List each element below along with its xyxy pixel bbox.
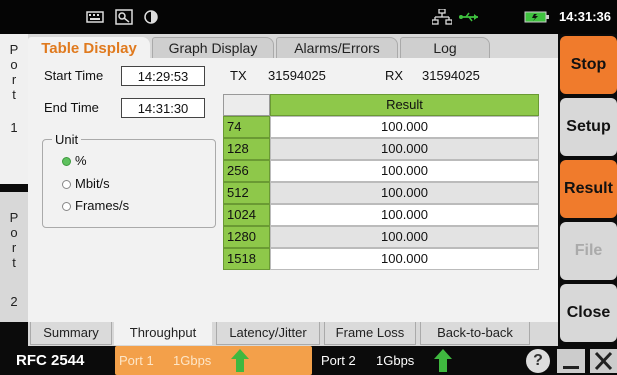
minimize-icon (563, 366, 579, 369)
start-time-value: 14:29:53 (121, 66, 205, 86)
link-up-arrow-icon (231, 349, 249, 372)
port-1-speed: 1Gbps (173, 353, 212, 368)
port-2-label: Port 2 (321, 353, 356, 368)
help-button[interactable]: ? (526, 349, 550, 373)
screenshot-icon[interactable] (115, 9, 133, 25)
end-time-value: 14:31:30 (121, 98, 205, 118)
display-tabs: Table Display Graph Display Alarms/Error… (28, 34, 558, 58)
tab-back-to-back[interactable]: Back-to-back (420, 322, 530, 345)
port-tab-number: 2 (10, 294, 18, 309)
bottom-status-bar: RFC 2544 Port 1 1Gbps Port 2 1Gbps ? (0, 346, 617, 375)
unit-option-label: % (75, 153, 87, 168)
port-tab-letter: t (12, 255, 16, 270)
link-up-arrow-icon (434, 349, 452, 372)
setup-button[interactable]: Setup (560, 98, 617, 156)
port-tab-letter: P (9, 210, 19, 225)
battery-icon (524, 11, 549, 23)
frame-size-cell: 74 (223, 116, 270, 138)
port-tab-letter: r (11, 72, 17, 87)
result-cell: 100.000 (270, 182, 539, 204)
unit-legend: Unit (52, 132, 82, 147)
frame-size-cell: 128 (223, 138, 270, 160)
unit-option-percent[interactable]: % (62, 153, 87, 168)
tab-log[interactable]: Log (400, 37, 490, 58)
port-tab-letter: t (12, 87, 16, 102)
table-row[interactable]: 128 100.000 (223, 138, 539, 160)
tab-graph-display[interactable]: Graph Display (152, 37, 274, 58)
table-row[interactable]: 512 100.000 (223, 182, 539, 204)
brightness-icon[interactable] (143, 9, 159, 25)
table-row[interactable]: 1280 100.000 (223, 226, 539, 248)
file-button[interactable]: File (560, 222, 617, 280)
frame-size-cell: 1518 (223, 248, 270, 270)
minimize-button[interactable] (557, 349, 585, 373)
result-cell: 100.000 (270, 204, 539, 226)
port-tab-letter: o (10, 57, 18, 72)
table-row[interactable]: 1024 100.000 (223, 204, 539, 226)
radio-selected-icon (62, 157, 71, 166)
result-cell: 100.000 (270, 116, 539, 138)
port-1-tab[interactable]: P o r t 1 (0, 34, 28, 184)
close-window-button[interactable] (590, 349, 617, 373)
result-cell: 100.000 (270, 160, 539, 182)
frame-size-cell: 512 (223, 182, 270, 204)
port-2-tab[interactable]: P o r t 2 (0, 192, 28, 322)
table-header-result: Result (270, 94, 539, 116)
tab-throughput[interactable]: Throughput (114, 322, 212, 345)
unit-option-label: Frames/s (75, 198, 130, 213)
start-time-label: Start Time (44, 68, 104, 83)
result-cell: 100.000 (270, 138, 539, 160)
port-1-status[interactable]: Port 1 1Gbps (115, 346, 312, 375)
rx-label: RX (385, 68, 404, 83)
frame-size-cell: 256 (223, 160, 270, 182)
stop-button[interactable]: Stop (560, 36, 617, 94)
port-tab-letter: o (10, 225, 18, 240)
rx-value: 31594025 (422, 68, 480, 83)
end-time-label: End Time (44, 100, 99, 115)
clock: 14:31:36 (558, 9, 611, 24)
frame-size-cell: 1280 (223, 226, 270, 248)
tab-summary[interactable]: Summary (30, 322, 112, 345)
top-status-bar: 14:31:36 (0, 0, 617, 34)
tab-latency-jitter[interactable]: Latency/Jitter (216, 322, 320, 345)
usb-icon (459, 12, 478, 22)
test-name: RFC 2544 (16, 352, 85, 369)
test-type-tabs: Summary Throughput Latency/Jitter Frame … (28, 322, 558, 346)
tab-frame-loss[interactable]: Frame Loss (324, 322, 416, 345)
radio-icon (62, 180, 71, 189)
main-panel: Table Display Graph Display Alarms/Error… (28, 34, 558, 346)
unit-option-label: Mbit/s (75, 176, 110, 191)
close-icon (594, 351, 613, 371)
tab-alarms-errors[interactable]: Alarms/Errors (276, 37, 398, 58)
close-button[interactable]: Close (560, 284, 617, 342)
tab-table-display[interactable]: Table Display (28, 37, 150, 58)
port-tab-letter: P (9, 42, 19, 57)
port-1-label: Port 1 (119, 353, 154, 368)
table-row[interactable]: 74 100.000 (223, 116, 539, 138)
port-tab-letter: r (11, 240, 17, 255)
unit-option-mbits[interactable]: Mbit/s (62, 176, 110, 191)
port-2-speed: 1Gbps (376, 353, 415, 368)
app-window: 14:31:36 P o r t 1 P o r t 2 Table Displ… (0, 0, 617, 375)
keyboard-icon[interactable] (86, 9, 104, 25)
table-row[interactable]: 1518 100.000 (223, 248, 539, 270)
result-cell: 100.000 (270, 226, 539, 248)
table-corner (223, 94, 270, 116)
result-cell: 100.000 (270, 248, 539, 270)
frame-size-cell: 1024 (223, 204, 270, 226)
result-button[interactable]: Result (560, 160, 617, 218)
unit-option-frames[interactable]: Frames/s (62, 198, 129, 213)
network-icon (432, 9, 452, 25)
port-tab-number: 1 (10, 120, 18, 135)
tx-label: TX (230, 68, 247, 83)
radio-icon (62, 202, 71, 211)
table-row[interactable]: 256 100.000 (223, 160, 539, 182)
tx-value: 31594025 (268, 68, 326, 83)
